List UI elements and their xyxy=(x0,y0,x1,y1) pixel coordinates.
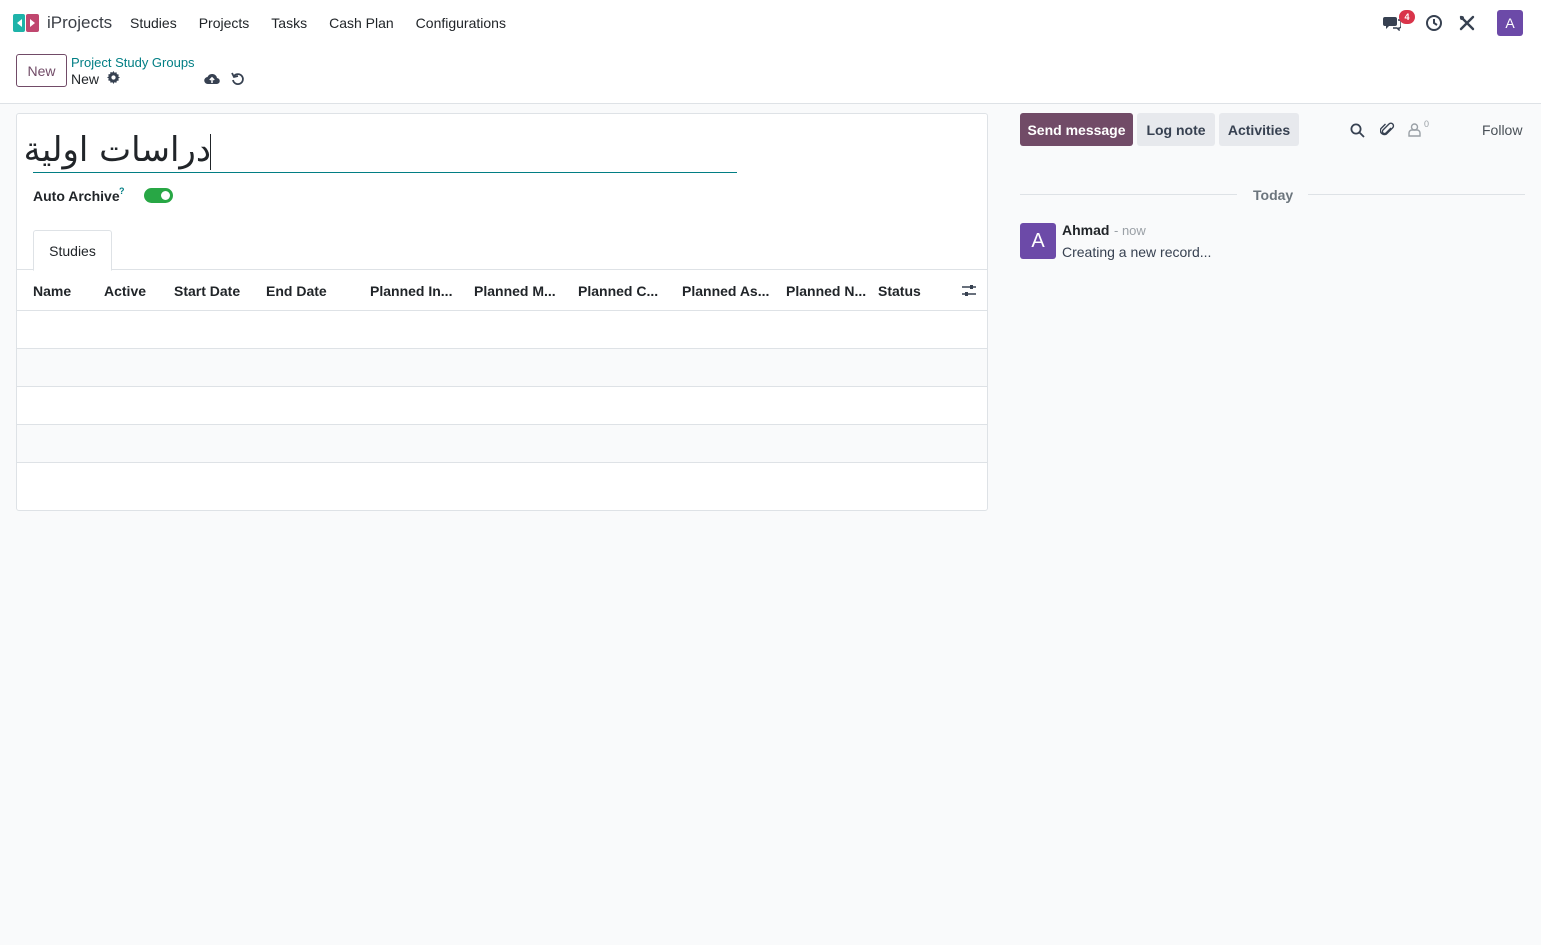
send-message-button[interactable]: Send message xyxy=(1020,113,1133,146)
log-note-button[interactable]: Log note xyxy=(1137,113,1215,146)
breadcrumb-link[interactable]: Project Study Groups xyxy=(71,55,195,70)
paperclip-icon[interactable] xyxy=(1378,121,1396,139)
control-panel: New Project Study Groups New xyxy=(0,46,1541,104)
menu-item-configurations[interactable]: Configurations xyxy=(416,14,506,32)
notebook-tabs: Studies xyxy=(17,230,987,271)
column-end-date[interactable]: End Date xyxy=(266,283,327,299)
column-active[interactable]: Active xyxy=(104,283,146,299)
date-separator: Today xyxy=(1253,187,1294,203)
user-avatar[interactable]: A xyxy=(1497,10,1523,36)
navbar-systray: 4 A xyxy=(1369,10,1523,36)
studies-table: Name Active Start Date End Date Planned … xyxy=(17,270,987,463)
table-row xyxy=(17,425,987,463)
text-cursor xyxy=(210,134,211,170)
record-title: New xyxy=(71,71,121,87)
messages-badge: 4 xyxy=(1399,10,1415,24)
gear-icon[interactable] xyxy=(107,71,121,87)
table-header: Name Active Start Date End Date Planned … xyxy=(17,270,987,311)
activity-clock-icon[interactable] xyxy=(1424,13,1444,33)
auto-archive-label: Auto Archive xyxy=(33,188,120,204)
message-author[interactable]: Ahmad xyxy=(1062,222,1109,238)
debug-tools-icon[interactable] xyxy=(1457,13,1477,33)
column-planned-in[interactable]: Planned In... xyxy=(370,283,452,299)
activities-button[interactable]: Activities xyxy=(1219,113,1299,146)
optional-columns-sliders-icon[interactable] xyxy=(961,284,977,298)
column-planned-as[interactable]: Planned As... xyxy=(682,283,769,299)
menu-item-tasks[interactable]: Tasks xyxy=(271,14,307,32)
follower-count: 0 xyxy=(1424,119,1430,129)
table-row xyxy=(17,311,987,349)
search-icon[interactable] xyxy=(1348,121,1366,139)
menu-item-projects[interactable]: Projects xyxy=(199,14,250,32)
message-time: - now xyxy=(1114,223,1146,238)
save-cloud-icon[interactable] xyxy=(204,71,220,87)
name-input[interactable]: دراسات اولية xyxy=(24,128,737,173)
top-navbar: iProjects Studies Projects Tasks Cash Pl… xyxy=(0,0,1541,46)
new-record-button[interactable]: New xyxy=(16,54,67,87)
help-tooltip-icon[interactable]: ? xyxy=(119,186,125,196)
column-status[interactable]: Status xyxy=(878,283,921,299)
app-logo-icon[interactable] xyxy=(13,13,39,33)
discard-undo-icon[interactable] xyxy=(230,71,246,87)
column-start-date[interactable]: Start Date xyxy=(174,283,240,299)
follow-button[interactable]: Follow xyxy=(1482,122,1522,138)
table-row xyxy=(17,387,987,425)
message-author-avatar[interactable]: A xyxy=(1020,223,1056,259)
column-name[interactable]: Name xyxy=(33,283,71,299)
table-row xyxy=(17,349,987,387)
main-menu: Studies Projects Tasks Cash Plan Configu… xyxy=(130,14,528,32)
tab-studies[interactable]: Studies xyxy=(33,230,112,271)
menu-item-cash-plan[interactable]: Cash Plan xyxy=(329,14,394,32)
column-planned-m[interactable]: Planned M... xyxy=(474,283,556,299)
menu-item-studies[interactable]: Studies xyxy=(130,14,177,32)
message-body: Creating a new record... xyxy=(1062,244,1212,260)
form-sheet: دراسات اولية Auto Archive ? Studies Name… xyxy=(16,113,988,511)
record-name-text: New xyxy=(71,71,100,87)
date-divider-right xyxy=(1308,194,1525,195)
auto-archive-toggle[interactable] xyxy=(144,188,173,203)
date-divider-left xyxy=(1020,194,1237,195)
app-name[interactable]: iProjects xyxy=(47,13,112,33)
column-planned-n[interactable]: Planned N... xyxy=(786,283,866,299)
messages-icon[interactable]: 4 xyxy=(1382,10,1415,33)
column-planned-c[interactable]: Planned C... xyxy=(578,283,658,299)
followers-user-icon[interactable] xyxy=(1405,121,1423,139)
